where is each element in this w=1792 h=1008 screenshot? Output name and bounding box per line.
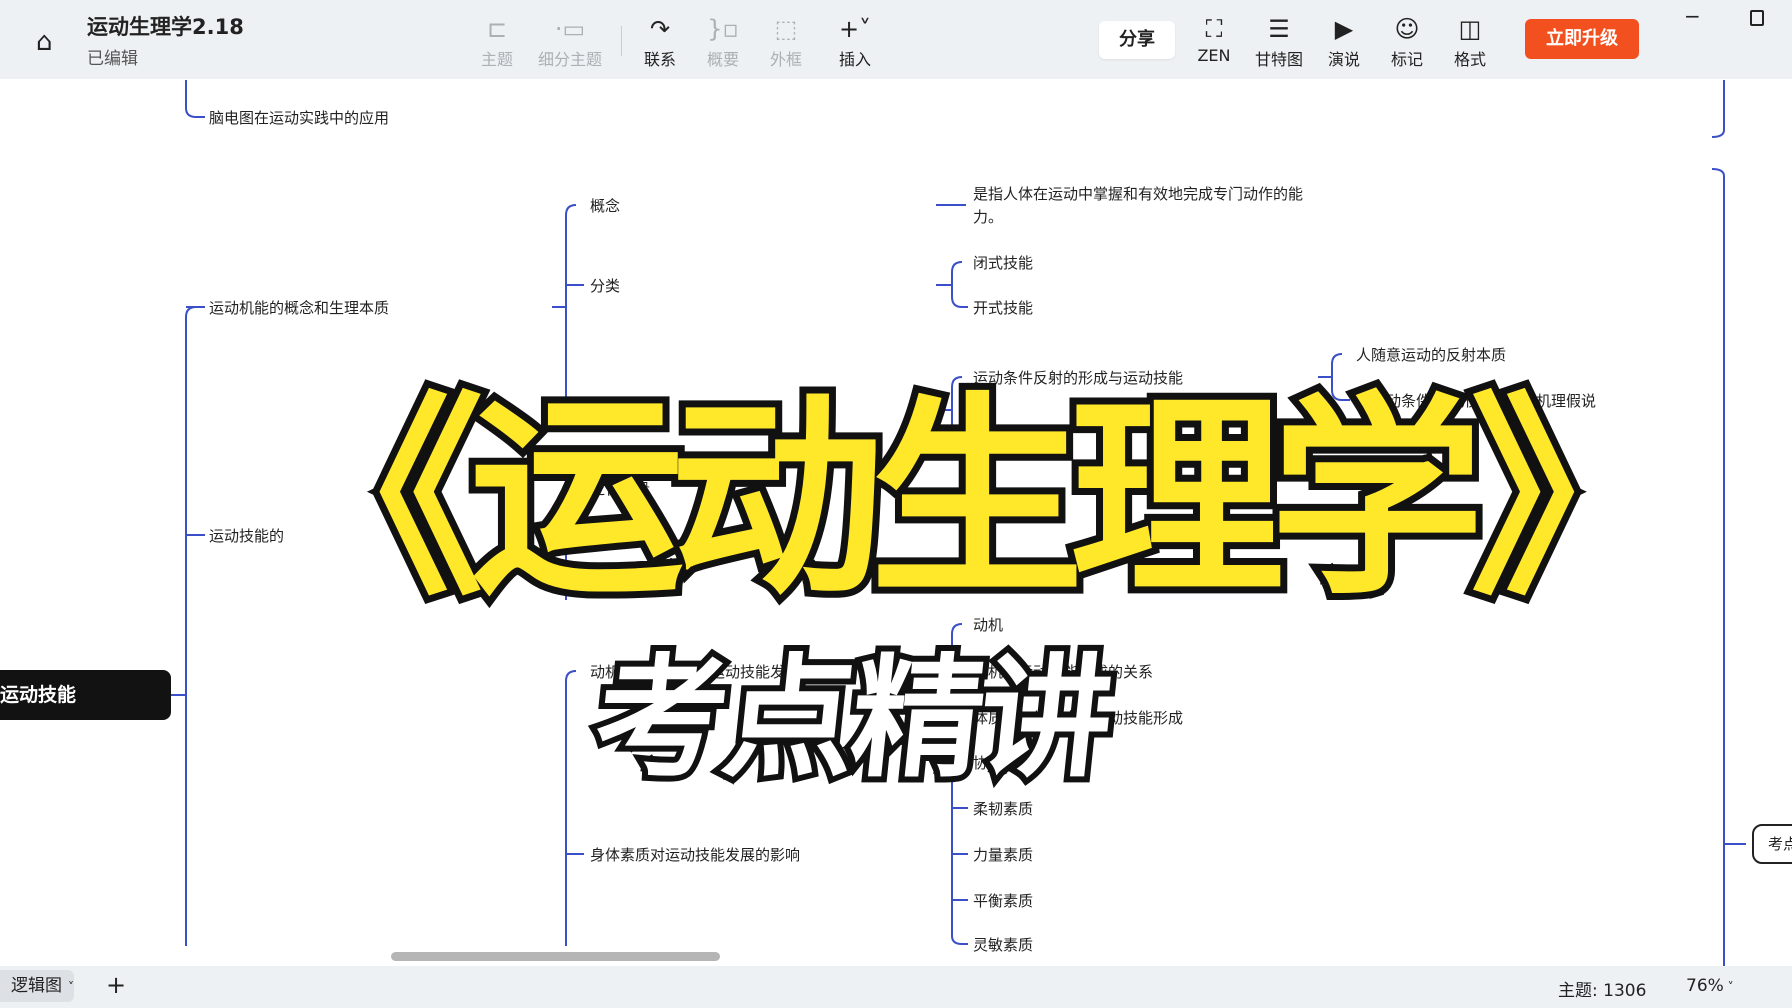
zoom-level-select[interactable]: 76% ˅	[1686, 976, 1734, 996]
node-definition[interactable]: 是指人体在运动中掌握和有效地完成专门动作的能力。	[973, 183, 1318, 229]
add-sheet-button[interactable]: +	[106, 971, 126, 999]
chevron-down-icon: ˅	[1723, 980, 1734, 994]
node-eeg-application[interactable]: 脑电图在运动实践中的应用	[209, 107, 389, 128]
root-node[interactable]: 运动技能	[0, 670, 171, 720]
right-topic-node[interactable]: 考点	[1752, 824, 1792, 864]
overlay-subtitle: 考点精讲	[582, 636, 1122, 802]
connector	[185, 80, 205, 118]
overlay-title: 《运动生理学》	[263, 368, 1691, 631]
bottom-status-bar: ˅逻辑图 + 主题: 1306 76% ˅	[0, 966, 1792, 1008]
node-concept[interactable]: 概念	[590, 195, 620, 216]
chevron-down-icon: ˅	[68, 980, 74, 994]
node-voluntary-reflex[interactable]: 人随意运动的反射本质	[1356, 344, 1506, 365]
view-tab-logic-chart[interactable]: ˅逻辑图	[0, 970, 74, 1002]
node-open-skill[interactable]: 开式技能	[973, 297, 1033, 318]
node-closed-skill[interactable]: 闭式技能	[973, 252, 1033, 273]
node-classification[interactable]: 分类	[590, 275, 620, 296]
node-flexibility[interactable]: 柔韧素质	[973, 798, 1033, 819]
node-balance[interactable]: 平衡素质	[973, 890, 1033, 911]
topic-count: 主题: 1306	[1558, 981, 1647, 1001]
horizontal-scrollbar[interactable]	[391, 952, 720, 961]
node-strength[interactable]: 力量素质	[973, 844, 1033, 865]
node-physical-quality[interactable]: 身体素质对运动技能发展的影响	[590, 844, 800, 865]
node-agility[interactable]: 灵敏素质	[973, 934, 1033, 955]
node-concept-physiology[interactable]: 运动机能的概念和生理本质	[209, 297, 389, 318]
connector	[171, 306, 197, 946]
